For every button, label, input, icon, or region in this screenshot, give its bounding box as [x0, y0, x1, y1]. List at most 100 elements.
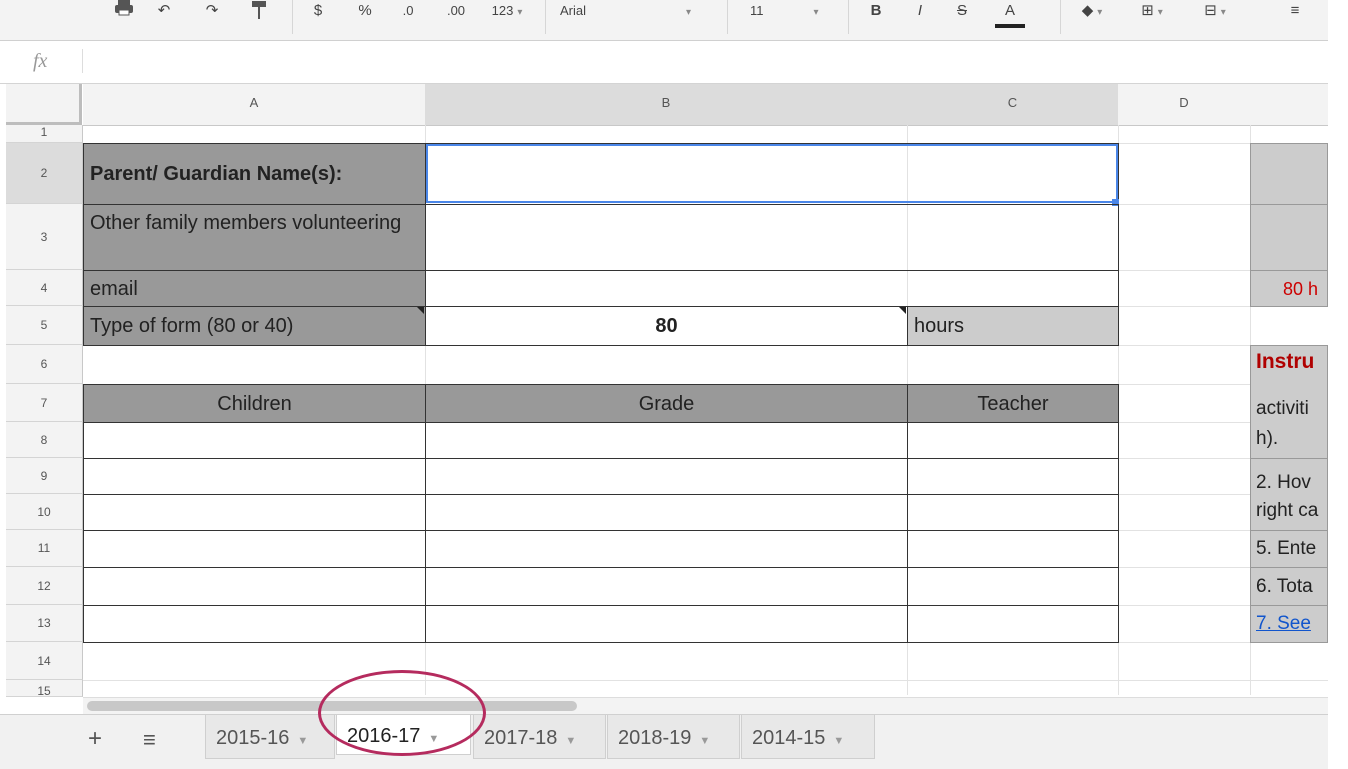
children-header[interactable]: Children — [83, 384, 426, 423]
row-header-9[interactable]: 9 — [6, 458, 83, 494]
function-icon: fx — [33, 50, 48, 72]
form-type-value-cell[interactable]: 80 — [425, 306, 908, 346]
add-sheet-icon[interactable]: + — [88, 725, 102, 753]
family-label-cell[interactable]: Other family members volunteering — [83, 204, 426, 271]
decrease-decimal-button[interactable]: .0 — [395, 0, 421, 28]
font-size-dropdown[interactable]: 11 ▾ — [750, 0, 835, 28]
teacher-header[interactable]: Teacher — [907, 384, 1119, 423]
instruction-line-1a: activiti — [1256, 398, 1309, 419]
all-sheets-icon[interactable]: ≡ — [143, 727, 156, 753]
row-header-3[interactable]: 3 — [6, 204, 83, 270]
row-header-4[interactable]: 4 — [6, 270, 83, 306]
sheet-tab-label: 2017-18 — [484, 727, 558, 749]
note-indicator — [417, 307, 424, 314]
more-formats-dropdown[interactable]: 123 ▾ — [478, 0, 536, 28]
chevron-down-icon: ▼ — [833, 735, 845, 747]
sheet-tab-label: 2014-15 — [752, 727, 826, 749]
children-cell[interactable] — [83, 422, 426, 459]
chevron-down-icon: ▾ — [686, 7, 692, 18]
grade-cell[interactable] — [425, 605, 908, 643]
form-type-label-cell[interactable]: Type of form (80 or 40) — [83, 306, 426, 346]
select-all-corner[interactable] — [6, 84, 82, 125]
highlight-circle — [318, 670, 486, 756]
align-icon[interactable]: ≡ — [1280, 0, 1310, 28]
teacher-cell[interactable] — [907, 494, 1119, 531]
row-header-12[interactable]: 12 — [6, 567, 83, 605]
undo-icon[interactable]: ↶ — [150, 0, 178, 28]
instructions-heading: Instru — [1256, 350, 1315, 373]
selection-outline — [426, 144, 1118, 203]
grade-cell[interactable] — [425, 458, 908, 495]
fill-color-icon[interactable]: ◆ ▾ — [1072, 0, 1112, 28]
children-cell[interactable] — [83, 605, 426, 643]
percent-format-button[interactable]: % — [355, 0, 375, 28]
grade-cell[interactable] — [425, 494, 908, 531]
formula-bar: fx — [0, 41, 1328, 84]
instruction-line-2b: right ca — [1256, 500, 1319, 521]
sheet-tabs-bar: + ≡ 2015-16 ▼ 2016-17 ▼ 2017-18 ▼ 2018-19 ▼ … — [0, 714, 1328, 769]
column-header-e[interactable] — [1250, 84, 1328, 126]
merge-cells-icon[interactable]: ⊟ ▾ — [1190, 0, 1240, 28]
row-header-2[interactable]: 2 — [6, 143, 83, 204]
teacher-cell[interactable] — [907, 605, 1119, 643]
children-cell[interactable] — [83, 458, 426, 495]
print-icon[interactable] — [110, 0, 138, 28]
column-header-a[interactable]: A — [83, 84, 426, 126]
form-type-unit-cell[interactable]: hours — [907, 306, 1119, 346]
row-header-15[interactable]: 15 — [6, 680, 83, 697]
children-cell[interactable] — [83, 567, 426, 606]
children-cell[interactable] — [83, 494, 426, 531]
row-header-10[interactable]: 10 — [6, 494, 83, 530]
family-value-cell[interactable] — [425, 204, 1119, 271]
text-color-button[interactable]: A — [995, 0, 1025, 28]
strikethrough-button[interactable]: S — [952, 0, 972, 28]
row-header-13[interactable]: 13 — [6, 605, 83, 642]
instruction-link-7[interactable]: 7. See — [1250, 613, 1328, 641]
teacher-cell[interactable] — [907, 530, 1119, 568]
paint-format-icon[interactable] — [245, 0, 273, 28]
row-header-7[interactable]: 7 — [6, 384, 83, 422]
grade-cell[interactable] — [425, 422, 908, 459]
bold-button[interactable]: B — [866, 0, 886, 28]
row-header-8[interactable]: 8 — [6, 422, 83, 458]
sheet-tab-2018-19[interactable]: 2018-19 ▼ — [607, 715, 740, 759]
grade-cell[interactable] — [425, 567, 908, 606]
column-header-c[interactable]: C — [907, 84, 1119, 126]
summary-box — [1250, 143, 1328, 271]
grade-header[interactable]: Grade — [425, 384, 908, 423]
toolbar: ↶ ↷ $ % .0 .00 123 ▾ Arial ▾ 11 ▾ B I S A ◆… — [0, 0, 1328, 41]
italic-button[interactable]: I — [910, 0, 930, 28]
row-header-14[interactable]: 14 — [6, 642, 83, 680]
row-header-5[interactable]: 5 — [6, 306, 83, 345]
column-header-d[interactable]: D — [1118, 84, 1251, 126]
parent-label-cell[interactable]: Parent/ Guardian Name(s): — [83, 143, 426, 205]
horizontal-scrollbar[interactable] — [83, 697, 1328, 714]
chevron-down-icon: ▼ — [297, 735, 309, 747]
chevron-down-icon: ▼ — [699, 735, 711, 747]
row-header-6[interactable]: 6 — [6, 345, 83, 384]
sheet-tab-label: 2018-19 — [618, 727, 692, 749]
font-family-label: Arial — [560, 3, 587, 18]
children-cell[interactable] — [83, 530, 426, 568]
sheet-tab-2017-18[interactable]: 2017-18 ▼ — [473, 715, 606, 759]
borders-icon[interactable]: ⊞ ▾ — [1132, 0, 1172, 28]
chevron-down-icon: ▾ — [813, 7, 819, 18]
teacher-cell[interactable] — [907, 458, 1119, 495]
chevron-down-icon: ▾ — [1157, 7, 1163, 18]
instruction-line-2a: 2. Hov — [1256, 472, 1311, 493]
email-value-cell[interactable] — [425, 270, 1119, 307]
teacher-cell[interactable] — [907, 422, 1119, 459]
more-formats-label: 123 — [491, 3, 514, 18]
teacher-cell[interactable] — [907, 567, 1119, 606]
row-header-1[interactable]: 1 — [6, 125, 83, 143]
sheet-tab-2014-15[interactable]: 2014-15 ▼ — [741, 715, 875, 759]
row-header-11[interactable]: 11 — [6, 530, 83, 567]
email-label-cell[interactable]: email — [83, 270, 426, 307]
redo-icon[interactable]: ↷ — [198, 0, 226, 28]
currency-format-button[interactable]: $ — [308, 0, 328, 28]
sheet-tab-2015-16[interactable]: 2015-16 ▼ — [205, 715, 335, 759]
grade-cell[interactable] — [425, 530, 908, 568]
column-header-b[interactable]: B — [425, 84, 908, 126]
font-family-dropdown[interactable]: Arial ▾ — [560, 0, 710, 28]
increase-decimal-button[interactable]: .00 — [440, 0, 472, 28]
